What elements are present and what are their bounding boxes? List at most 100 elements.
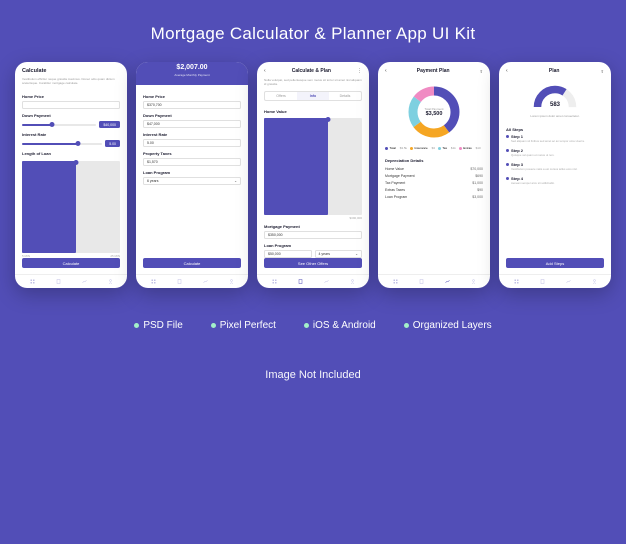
hero-label: Average Monthly Payment <box>143 73 241 77</box>
loan-slider[interactable] <box>22 161 120 253</box>
screen-plan-detail: ‹ Calculate & Plan ⋮ Nulla volutpat, sed… <box>257 62 369 288</box>
nav-user-icon[interactable] <box>108 279 113 284</box>
down-payment-input[interactable]: $47,000 <box>143 120 241 128</box>
back-icon[interactable]: ‹ <box>264 68 266 74</box>
down-payment-value-badge: $40,000 <box>99 121 120 128</box>
legend-dot <box>459 147 462 150</box>
nav-doc-icon[interactable] <box>298 279 303 284</box>
nav-chart-icon[interactable] <box>566 279 571 284</box>
nav-bar <box>15 274 127 288</box>
back-icon[interactable]: ‹ <box>385 68 387 74</box>
hero-panel: $2,007.00 Average Monthly Payment <box>136 62 248 85</box>
feature-item: iOS & Android <box>304 320 376 331</box>
nav-chart-icon[interactable] <box>445 279 450 284</box>
down-payment-label: Down Payment <box>22 113 120 118</box>
screen-plan-steps: ‹ Plan ⇪ 583 Lorem ipsum dolor amet cons… <box>499 62 611 288</box>
nav-chart-icon[interactable] <box>203 279 208 284</box>
nav-bar <box>378 274 490 288</box>
home-price-input[interactable]: $370,700 <box>143 101 241 109</box>
gauge-chart: 583 <box>530 82 580 110</box>
see-offers-button[interactable]: See Other Offers <box>264 258 362 268</box>
detail-row: Extras Taxes$90 <box>385 186 483 193</box>
hero-amount: $2,007.00 <box>143 64 241 71</box>
gauge-value: 583 <box>550 102 560 108</box>
step-dot-icon <box>506 163 509 166</box>
bullet-icon <box>134 323 139 328</box>
nav-user-icon[interactable] <box>592 279 597 284</box>
home-value-slider[interactable] <box>264 118 362 215</box>
down-payment-label: Down Payment <box>143 113 241 118</box>
chevron-down-icon: ⌄ <box>355 252 358 256</box>
interest-slider[interactable] <box>22 143 102 145</box>
loan-length-label: Length of Loan <box>22 151 120 156</box>
nav-doc-icon[interactable] <box>419 279 424 284</box>
loan-amount-input[interactable]: $50,000 <box>264 250 312 258</box>
tab-info[interactable]: Info <box>297 92 329 100</box>
gauge-subtitle: Lorem ipsum dolor amet consectetur. <box>506 114 604 118</box>
nav-home-icon[interactable] <box>272 279 277 284</box>
add-steps-button[interactable]: Add Steps <box>506 258 604 268</box>
bullet-icon <box>304 323 309 328</box>
feature-item: Organized Layers <box>404 320 492 331</box>
screens-row: Calculate Vestibulum efficitur neque gra… <box>0 62 626 288</box>
calculate-button[interactable]: Calculate <box>22 258 120 268</box>
nav-chart-icon[interactable] <box>324 279 329 284</box>
nav-doc-icon[interactable] <box>56 279 61 284</box>
share-icon[interactable]: ⇪ <box>480 69 483 74</box>
step-item[interactable]: Step 1Sed aliquam sit finibus sed amet a… <box>506 134 604 144</box>
screen-payment-plan: ‹ Payment Plan ⇪ Total Payment $3,500 <box>378 62 490 288</box>
step-item[interactable]: Step 3Vestibulum posuere natis a est cur… <box>506 162 604 172</box>
legend: Total $3.5k Insurance $3 Tax $1k Extras … <box>385 146 483 150</box>
nav-user-icon[interactable] <box>229 279 234 284</box>
more-icon[interactable]: ⋮ <box>357 68 362 74</box>
loan-program-label: Loan Program <box>264 243 362 248</box>
taxes-label: Property Taxes <box>143 151 241 156</box>
step-dot-icon <box>506 177 509 180</box>
all-steps-label: All Steps <box>506 127 604 132</box>
loan-select[interactable]: 6 years⌄ <box>143 177 241 185</box>
tabs: Offers Info Details <box>264 91 362 101</box>
nav-bar <box>257 274 369 288</box>
screen-subtitle: Vestibulum efficitur neque gravida maxim… <box>22 77 120 85</box>
subtitle: Nulla volutpat, sed pellentesque sem met… <box>264 78 362 86</box>
taxes-input[interactable]: $1,570 <box>143 158 241 166</box>
legend-dot <box>385 147 388 150</box>
screen-calculate: Calculate Vestibulum efficitur neque gra… <box>15 62 127 288</box>
header-title: Payment Plan <box>417 68 450 74</box>
bullet-icon <box>211 323 216 328</box>
header-title: Calculate & Plan <box>292 68 331 74</box>
share-icon[interactable]: ⇪ <box>601 69 604 74</box>
loan-term-select[interactable]: 4 years⌄ <box>315 250 363 258</box>
mortgage-input[interactable]: $350,000 <box>264 231 362 239</box>
nav-doc-icon[interactable] <box>177 279 182 284</box>
nav-user-icon[interactable] <box>471 279 476 284</box>
home-value-amount: $390,000 <box>349 216 362 220</box>
legend-item: Total $3.5k <box>385 146 407 150</box>
nav-home-icon[interactable] <box>514 279 519 284</box>
nav-home-icon[interactable] <box>393 279 398 284</box>
step-dot-icon <box>506 149 509 152</box>
tab-offers[interactable]: Offers <box>265 92 297 100</box>
nav-home-icon[interactable] <box>30 279 35 284</box>
step-item[interactable]: Step 2Quisque vel quam et metus ut non. <box>506 148 604 158</box>
nav-user-icon[interactable] <box>350 279 355 284</box>
nav-doc-icon[interactable] <box>540 279 545 284</box>
calculate-button[interactable]: Calculate <box>143 258 241 268</box>
tab-details[interactable]: Details <box>329 92 361 100</box>
screen-title: Calculate <box>22 68 120 74</box>
step-item[interactable]: Step 4Aenean semper arcu sit sollicitudi… <box>506 176 604 186</box>
down-payment-slider[interactable] <box>22 124 96 126</box>
detail-row: Loan Program$3,000 <box>385 193 483 200</box>
bullet-icon <box>404 323 409 328</box>
donut-chart: Total Payment $3,500 <box>404 82 464 142</box>
donut-value: $3,500 <box>424 111 443 117</box>
legend-item: Insurance $3 <box>410 146 435 150</box>
nav-chart-icon[interactable] <box>82 279 87 284</box>
interest-input[interactable]: 5.00 <box>143 139 241 147</box>
nav-home-icon[interactable] <box>151 279 156 284</box>
legend-item: Tax $1k <box>438 146 456 150</box>
back-icon[interactable]: ‹ <box>506 68 508 74</box>
detail-row: Home Value$70,000 <box>385 165 483 172</box>
home-price-input[interactable] <box>22 101 120 109</box>
loan-label: Loan Program <box>143 170 241 175</box>
